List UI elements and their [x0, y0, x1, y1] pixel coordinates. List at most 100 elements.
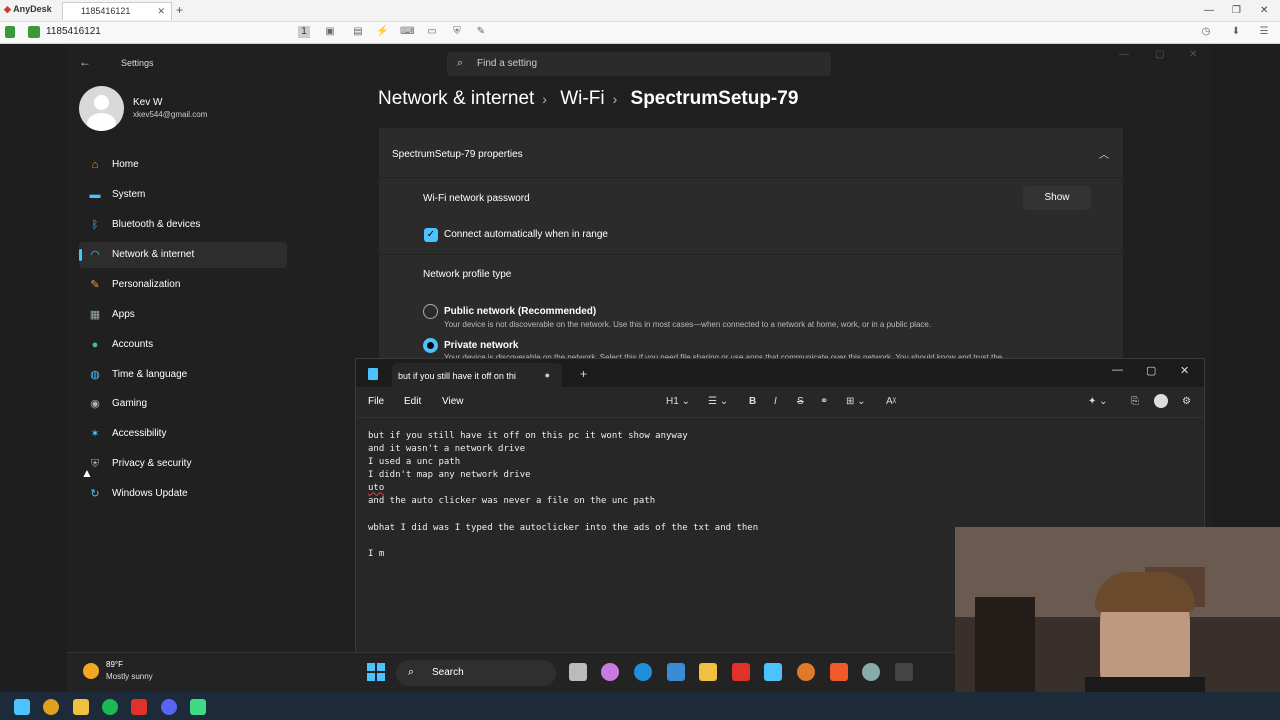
new-tab-icon[interactable]: +: [580, 367, 587, 381]
discord-icon[interactable]: [161, 699, 177, 715]
gear-icon[interactable]: ⚙: [1182, 396, 1191, 407]
menu-edit[interactable]: Edit: [404, 396, 421, 407]
anydesk-logo: ◆ AnyDesk: [4, 4, 52, 14]
draw-icon[interactable]: ✎: [475, 26, 487, 38]
profile-icon[interactable]: [1154, 394, 1168, 408]
chevron-up-icon[interactable]: ︿: [1099, 146, 1109, 161]
notepad-icon[interactable]: [764, 663, 782, 681]
apps-icon: ▦: [89, 309, 101, 321]
bold-icon[interactable]: B: [749, 396, 756, 407]
settings-search-input[interactable]: ⌕ Find a setting: [447, 52, 831, 76]
file-explorer-icon[interactable]: [699, 663, 717, 681]
close-icon[interactable]: ✕: [1260, 5, 1268, 16]
globe-icon: ◍: [90, 369, 100, 381]
minimize-icon[interactable]: —: [1204, 5, 1214, 16]
sidebar-item-network[interactable]: ◠ Network & internet: [79, 242, 287, 268]
close-tab-icon[interactable]: ✕: [157, 6, 165, 17]
weather-condition[interactable]: Mostly sunny: [106, 672, 153, 681]
edge-icon[interactable]: [634, 663, 652, 681]
maximize-icon[interactable]: ▢: [1146, 364, 1156, 377]
anydesk-session-tab[interactable]: 1185416121 ✕: [62, 2, 172, 20]
show-password-button[interactable]: Show: [1023, 186, 1091, 210]
anydesk-icon[interactable]: [732, 663, 750, 681]
download-icon[interactable]: ⬇: [1230, 26, 1242, 38]
notepad-menubar: File Edit View H1 ⌄ ☰ ⌄ B I S ⚭ ⊞ ⌄ Aᵡ ✦…: [356, 387, 1204, 417]
copilot-icon[interactable]: [601, 663, 619, 681]
transfer-icon[interactable]: ▣: [324, 26, 336, 38]
clear-format-icon[interactable]: Aᵡ: [886, 396, 896, 407]
private-network-radio[interactable]: [423, 338, 438, 353]
search-app-icon[interactable]: [797, 663, 815, 681]
anydesk-icon[interactable]: [131, 699, 147, 715]
anydesk-titlebar: ◆ AnyDesk 1185416121 ✕ + — ❐ ✕: [0, 0, 1280, 22]
connection-status-icon: [5, 26, 15, 38]
text-line: and the auto clicker was never a file on…: [368, 496, 656, 507]
file-explorer-icon[interactable]: [73, 699, 89, 715]
window-title: Settings: [121, 58, 154, 68]
spotify-icon[interactable]: [102, 699, 118, 715]
properties-header[interactable]: SpectrumSetup-79 properties ︿: [379, 128, 1123, 177]
chat-icon[interactable]: ▤: [352, 26, 364, 38]
action-icon[interactable]: ⚡: [376, 26, 388, 38]
restore-icon[interactable]: ❐: [1232, 5, 1241, 16]
close-icon[interactable]: ✕: [1180, 364, 1189, 377]
menu-file[interactable]: File: [368, 396, 384, 407]
minimize-icon[interactable]: —: [1119, 49, 1129, 60]
italic-icon[interactable]: I: [774, 396, 777, 407]
weather-sun-icon[interactable]: [83, 663, 99, 679]
sidebar-item-accounts[interactable]: ● Accounts: [79, 332, 287, 358]
address-field[interactable]: 1185416121: [46, 26, 101, 37]
terminal-icon[interactable]: [895, 663, 913, 681]
weather-temp[interactable]: 89°F: [106, 660, 123, 669]
breadcrumb-wifi[interactable]: Wi-Fi: [560, 88, 604, 109]
back-arrow-icon[interactable]: ←: [79, 55, 91, 69]
sidebar-item-privacy[interactable]: ⛨ Privacy & security: [79, 451, 287, 477]
history-icon[interactable]: ◷: [1200, 26, 1212, 38]
heading-select[interactable]: H1 ⌄: [666, 396, 690, 407]
text-line: I didn't map any network drive: [368, 470, 531, 481]
notepad-tab[interactable]: but if you still have it off on thi ●: [392, 363, 562, 387]
keyboard-icon[interactable]: ⌨: [400, 26, 414, 38]
public-network-radio[interactable]: [423, 304, 438, 319]
permissions-icon[interactable]: ⛨: [451, 26, 463, 38]
chrome-icon[interactable]: [43, 699, 59, 715]
sidebar-item-accessibility[interactable]: ✶ Accessibility: [79, 421, 287, 447]
taskbar-search[interactable]: ⌕ Search: [396, 660, 556, 686]
start-windows-icon[interactable]: [367, 663, 385, 681]
sidebar-item-bluetooth[interactable]: ᛒ Bluetooth & devices: [79, 212, 287, 238]
avatar[interactable]: [79, 86, 124, 131]
person-icon: ●: [91, 339, 99, 351]
settings-icon[interactable]: [862, 663, 880, 681]
strikethrough-icon[interactable]: S: [797, 396, 804, 407]
task-view-icon[interactable]: [569, 663, 587, 681]
sidebar-item-windows-update[interactable]: ↻ Windows Update: [79, 481, 287, 507]
sidebar-item-system[interactable]: ▬ System: [79, 182, 287, 208]
link-icon[interactable]: ⚭: [820, 396, 828, 407]
notepad-app-icon: [368, 368, 378, 380]
app-icon[interactable]: [190, 699, 206, 715]
breadcrumb-network[interactable]: Network & internet: [378, 88, 534, 109]
start-windows-icon[interactable]: [14, 699, 30, 715]
monitor-1-icon[interactable]: 1: [298, 26, 310, 38]
share-icon[interactable]: ⎘: [1131, 396, 1139, 407]
auto-connect-checkbox[interactable]: ✓: [424, 228, 438, 242]
close-icon[interactable]: ✕: [1189, 49, 1197, 60]
display-icon[interactable]: ▭: [426, 26, 438, 38]
table-icon[interactable]: ⊞ ⌄: [846, 396, 866, 407]
list-icon[interactable]: ☰ ⌄: [708, 396, 728, 407]
menu-icon[interactable]: ☰: [1258, 26, 1270, 38]
minimize-icon[interactable]: —: [1112, 364, 1123, 376]
sidebar-item-gaming[interactable]: ◉ Gaming: [79, 391, 287, 417]
maximize-icon[interactable]: ▢: [1155, 49, 1164, 60]
new-tab-icon[interactable]: +: [176, 3, 183, 17]
sidebar-item-time-language[interactable]: ◍ Time & language: [79, 362, 287, 388]
copilot-icon[interactable]: ✦ ⌄: [1088, 396, 1108, 407]
sidebar-item-apps[interactable]: ▦ Apps: [79, 302, 287, 328]
menu-view[interactable]: View: [442, 396, 464, 407]
store-icon[interactable]: [667, 663, 685, 681]
sidebar-item-home[interactable]: ⌂ Home: [79, 152, 287, 178]
unsaved-dot-icon[interactable]: ●: [545, 370, 550, 380]
brave-icon[interactable]: [830, 663, 848, 681]
remote-desk-icon[interactable]: [28, 26, 40, 38]
sidebar-item-personalization[interactable]: ✎ Personalization: [79, 272, 287, 298]
